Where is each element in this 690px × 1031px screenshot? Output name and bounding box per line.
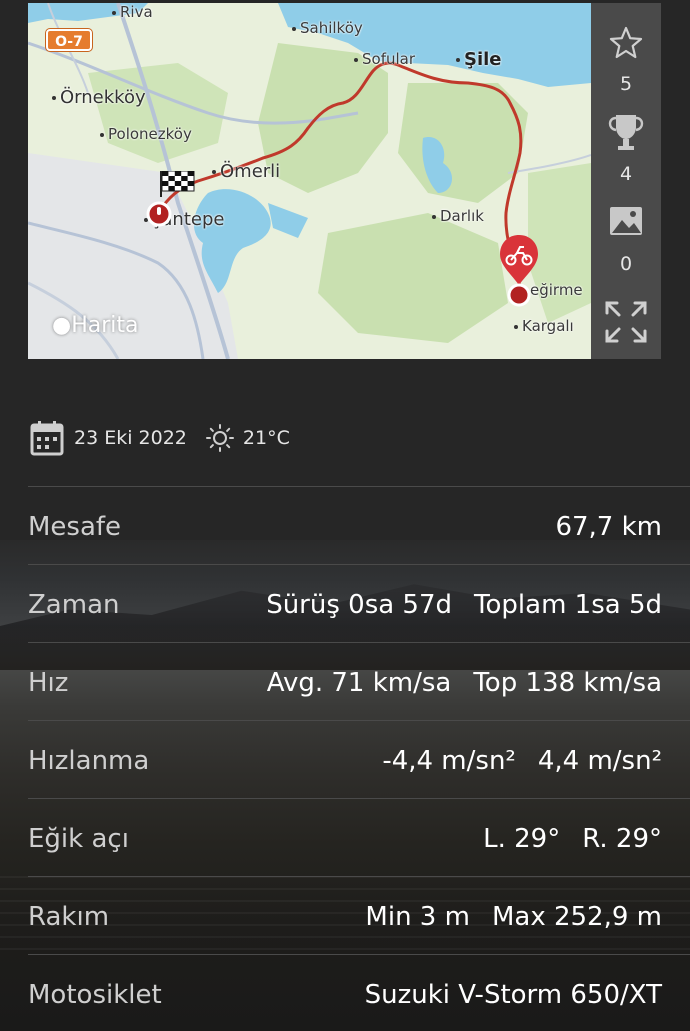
stat-label: Hızlanma: [28, 746, 150, 776]
sun-icon: [205, 424, 234, 452]
road-badge: O-7: [46, 29, 92, 51]
place-riva: Riva: [112, 3, 153, 21]
place-kargali: Kargalı: [514, 317, 574, 335]
calendar-icon: [30, 421, 64, 456]
stat-value: Min 3 m: [365, 902, 470, 932]
stat-row-altitude: Rakım Min 3 m Max 252,9 m: [28, 878, 662, 956]
place-omerli: Ömerli: [212, 161, 280, 182]
trophies-count: 4: [619, 163, 633, 185]
stat-row-distance: Mesafe 67,7 km: [28, 488, 662, 566]
stat-label: Eğik açı: [28, 824, 129, 854]
expand-map-button[interactable]: [591, 299, 661, 349]
ride-info-row: 23 Eki 2022 21°C: [30, 418, 290, 458]
stat-value: 4,4 m/sn²: [537, 746, 662, 776]
place-sahilkoy: Sahilköy: [292, 19, 363, 37]
stat-row-acceleration: Hızlanma -4,4 m/sn² 4,4 m/sn²: [28, 722, 662, 800]
place-sofular: Sofular: [354, 50, 415, 68]
stat-value: R. 29°: [582, 824, 662, 854]
star-icon: [609, 26, 643, 59]
image-icon: [610, 207, 642, 235]
place-darlik: Darlık: [432, 207, 484, 225]
favorite-button[interactable]: [591, 25, 661, 65]
stat-row-motorcycle[interactable]: Motosiklet Suzuki V-Storm 650/XT: [28, 956, 662, 1031]
map-side-panel: 5 4 0: [591, 3, 661, 359]
divider: [28, 486, 690, 487]
stat-value: Toplam 1sa 5d: [474, 590, 662, 620]
divider: [28, 954, 690, 955]
stat-value: 67,7 km: [555, 512, 662, 542]
divider: [28, 642, 690, 643]
ride-temperature: 21°C: [242, 427, 290, 449]
stat-label: Zaman: [28, 590, 120, 620]
stat-label: Motosiklet: [28, 980, 162, 1010]
divider: [28, 720, 690, 721]
stat-value: Max 252,9 m: [491, 902, 662, 932]
map-attribution: ●Harita: [52, 313, 139, 338]
route-map[interactable]: O-7 Riva Sahilköy Sofular Şile Örnekköy …: [28, 3, 591, 359]
stat-value: Avg. 71 km/sa: [266, 668, 452, 698]
ride-date: 23 Eki 2022: [74, 427, 187, 449]
divider: [28, 564, 690, 565]
stat-row-speed: Hız Avg. 71 km/sa Top 138 km/sa: [28, 644, 662, 722]
place-polonezkoy: Polonezköy: [100, 125, 192, 143]
place-sile: Şile: [456, 49, 502, 70]
photos-count: 0: [619, 253, 633, 275]
stat-row-lean-angle: Eğik açı L. 29° R. 29°: [28, 800, 662, 878]
divider: [28, 876, 690, 877]
stat-value: Top 138 km/sa: [473, 668, 662, 698]
photos-button[interactable]: [591, 205, 661, 241]
stat-value: Suzuki V-Storm 650/XT: [364, 980, 662, 1010]
stat-value: Sürüş 0sa 57d: [266, 590, 453, 620]
favorites-count: 5: [619, 73, 633, 95]
stat-value: L. 29°: [483, 824, 561, 854]
trophy-icon: [608, 115, 644, 150]
stat-label: Rakım: [28, 902, 110, 932]
divider: [28, 798, 690, 799]
stat-row-time: Zaman Sürüş 0sa 57d Toplam 1sa 5d: [28, 566, 662, 644]
trophies-button[interactable]: [591, 111, 661, 159]
place-ornekkoy: Örnekköy: [52, 87, 146, 108]
stat-label: Mesafe: [28, 512, 122, 542]
apple-logo-icon: ●: [52, 313, 72, 338]
expand-icon: [605, 301, 647, 343]
stat-value: -4,4 m/sn²: [382, 746, 516, 776]
stat-label: Hız: [28, 668, 69, 698]
